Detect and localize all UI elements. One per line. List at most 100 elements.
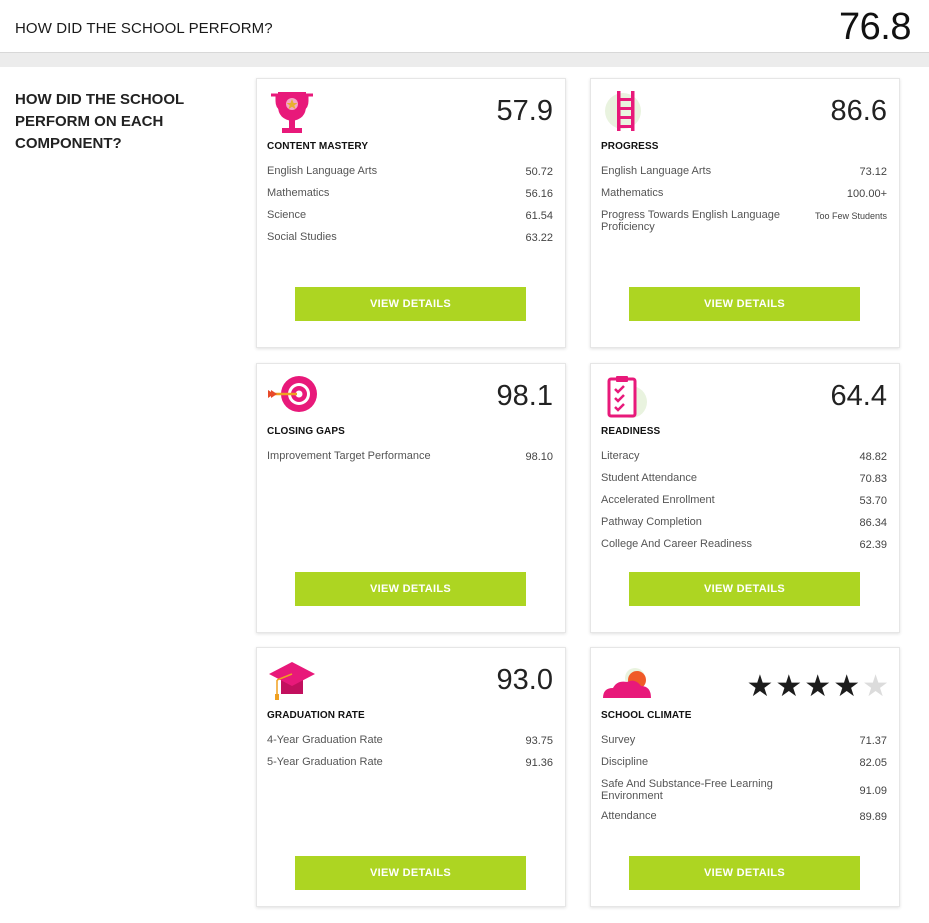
list-item: Student Attendance 70.83: [601, 472, 887, 486]
card-progress: 86.6 PROGRESS English Language Arts 73.1…: [590, 78, 900, 348]
row-label: Survey: [601, 734, 636, 746]
list-item: Safe And Substance-Free Learning Environ…: [601, 778, 887, 802]
list-item: Improvement Target Performance 98.10: [267, 450, 553, 464]
star-filled-icon: ★: [775, 670, 803, 703]
row-label: Student Attendance: [601, 472, 698, 484]
list-item: 5-Year Graduation Rate 91.36: [267, 756, 553, 770]
row-value: 48.82: [859, 451, 887, 463]
row-value: 100.00+: [846, 188, 887, 200]
star-filled-icon: ★: [804, 670, 832, 703]
row-value: 91.09: [859, 785, 887, 797]
row-value: 89.89: [859, 811, 887, 823]
row-label: English Language Arts: [601, 165, 712, 177]
school-climate-title: SCHOOL CLIMATE: [601, 710, 692, 721]
closing-gaps-score: 98.1: [496, 380, 553, 412]
list-item: Progress Towards English Language Profic…: [601, 209, 887, 233]
list-item: English Language Arts 50.72: [267, 165, 553, 179]
list-item: Pathway Completion 86.34: [601, 516, 887, 530]
list-item: Literacy 48.82: [601, 450, 887, 464]
row-value: 70.83: [859, 473, 887, 485]
progress-score: 86.6: [830, 95, 887, 127]
row-value: 82.05: [859, 757, 887, 769]
content-mastery-rows: English Language Arts 50.72 Mathematics …: [267, 165, 553, 253]
progress-rows: English Language Arts 73.12 Mathematics …: [601, 165, 887, 241]
view-details-button[interactable]: VIEW DETAILS: [295, 287, 526, 321]
row-label: Safe And Substance-Free Learning Environ…: [601, 778, 773, 802]
row-value: 91.36: [525, 757, 553, 769]
row-label: Accelerated Enrollment: [601, 494, 715, 506]
closing-gaps-rows: Improvement Target Performance 98.10: [267, 450, 553, 472]
list-item: Social Studies 63.22: [267, 231, 553, 245]
header-divider: [0, 53, 929, 67]
row-label: Social Studies: [267, 231, 337, 243]
graduation-rate-rows: 4-Year Graduation Rate 93.75 5-Year Grad…: [267, 734, 553, 778]
list-item: Accelerated Enrollment 53.70: [601, 494, 887, 508]
card-readiness: 64.4 READINESS Literacy 48.82 Student At…: [590, 363, 900, 633]
row-value: 50.72: [525, 166, 553, 178]
graduation-cap-icon: [267, 658, 317, 708]
progress-title: PROGRESS: [601, 141, 659, 152]
row-value: 53.70: [859, 495, 887, 507]
overall-score: 76.8: [839, 6, 911, 48]
row-label: Science: [267, 209, 307, 221]
row-value: 63.22: [525, 232, 553, 244]
row-value: 56.16: [525, 188, 553, 200]
star-rating: ★ ★ ★ ★ ★: [746, 672, 889, 702]
view-details-button[interactable]: VIEW DETAILS: [295, 572, 526, 606]
card-closing-gaps: 98.1 CLOSING GAPS Improvement Target Per…: [256, 363, 566, 633]
row-value: 73.12: [859, 166, 887, 178]
school-climate-rows: Survey 71.37 Discipline 82.05 Safe And S…: [601, 734, 887, 832]
readiness-score: 64.4: [830, 380, 887, 412]
row-label: Progress Towards English Language Profic…: [601, 209, 780, 233]
ladder-icon: [601, 89, 651, 139]
row-label: Pathway Completion: [601, 516, 702, 528]
list-item: Science 61.54: [267, 209, 553, 223]
closing-gaps-title: CLOSING GAPS: [267, 426, 345, 437]
row-label: 4-Year Graduation Rate: [267, 734, 383, 746]
row-value: 62.39: [859, 539, 887, 551]
target-icon: [267, 374, 317, 424]
list-item: Mathematics 100.00+: [601, 187, 887, 201]
row-value: 61.54: [525, 210, 553, 222]
section-question: HOW DID THE SCHOOL PERFORM ON EACH COMPO…: [15, 91, 184, 152]
star-filled-icon: ★: [833, 670, 861, 703]
page-title: HOW DID THE SCHOOL PERFORM?: [15, 20, 273, 37]
trophy-icon: [267, 89, 317, 139]
row-value: Too Few Students: [814, 211, 887, 221]
card-school-climate: ★ ★ ★ ★ ★ SCHOOL CLIMATE Survey 71.37 Di…: [590, 647, 900, 907]
row-label: 5-Year Graduation Rate: [267, 756, 383, 768]
row-value: 98.10: [525, 451, 553, 463]
row-label: College And Career Readiness: [601, 538, 753, 550]
view-details-button[interactable]: VIEW DETAILS: [629, 572, 860, 606]
graduation-rate-score: 93.0: [496, 664, 553, 696]
list-item: English Language Arts 73.12: [601, 165, 887, 179]
star-empty-icon: ★: [862, 670, 889, 703]
view-details-button[interactable]: VIEW DETAILS: [629, 287, 860, 321]
card-content-mastery: 57.9 CONTENT MASTERY English Language Ar…: [256, 78, 566, 348]
card-graduation-rate: 93.0 GRADUATION RATE 4-Year Graduation R…: [256, 647, 566, 907]
star-filled-icon: ★: [746, 670, 774, 703]
list-item: 4-Year Graduation Rate 93.75: [267, 734, 553, 748]
row-label: English Language Arts: [267, 165, 378, 177]
readiness-title: READINESS: [601, 426, 661, 437]
view-details-button[interactable]: VIEW DETAILS: [295, 856, 526, 890]
view-details-button[interactable]: VIEW DETAILS: [629, 856, 860, 890]
row-label: Attendance: [601, 810, 657, 822]
list-item: Discipline 82.05: [601, 756, 887, 770]
sunset-cloud-icon: [601, 658, 651, 708]
row-label: Mathematics: [601, 187, 664, 199]
checklist-icon: [601, 374, 651, 424]
row-value: 93.75: [525, 735, 553, 747]
content-mastery-score: 57.9: [496, 95, 553, 127]
list-item: Mathematics 56.16: [267, 187, 553, 201]
page-header: HOW DID THE SCHOOL PERFORM? 76.8: [0, 0, 929, 53]
list-item: Attendance 89.89: [601, 810, 887, 824]
row-value: 86.34: [859, 517, 887, 529]
readiness-rows: Literacy 48.82 Student Attendance 70.83 …: [601, 450, 887, 560]
list-item: College And Career Readiness 62.39: [601, 538, 887, 552]
row-label: Literacy: [601, 450, 640, 462]
row-label: Improvement Target Performance: [267, 450, 431, 462]
graduation-rate-title: GRADUATION RATE: [267, 710, 365, 721]
list-item: Survey 71.37: [601, 734, 887, 748]
row-label: Mathematics: [267, 187, 330, 199]
